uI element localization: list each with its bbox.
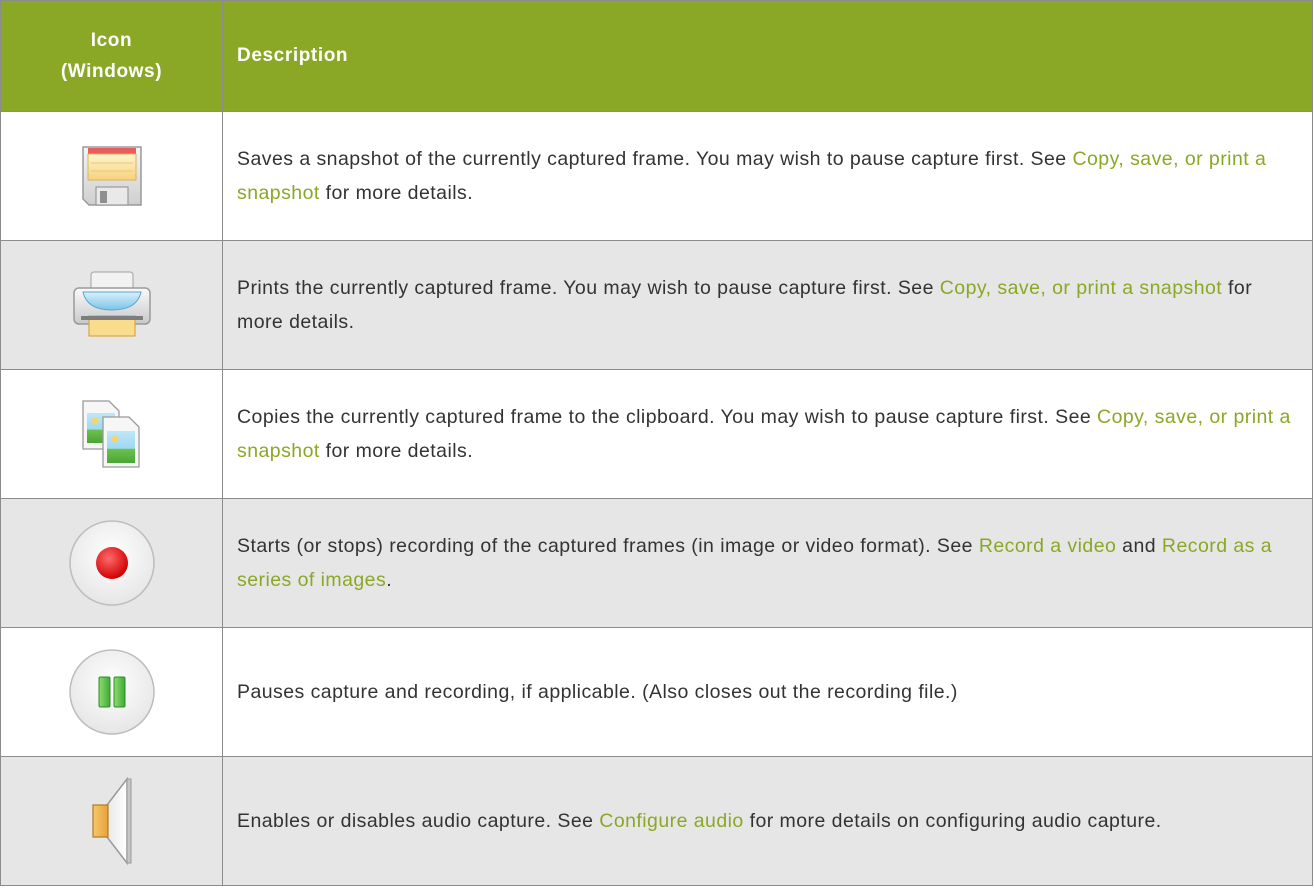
description-cell: Pauses capture and recording, if applica…: [222, 627, 1313, 757]
description-text: for more details.: [319, 182, 474, 204]
table-row: Starts (or stops) recording of the captu…: [0, 498, 1313, 628]
description-text: for more details.: [319, 440, 474, 462]
description-cell: Prints the currently captured frame. You…: [222, 240, 1313, 370]
description-text: for more details on configuring audio ca…: [743, 810, 1162, 832]
icon-cell: [0, 111, 223, 241]
icon-cell: [0, 498, 223, 628]
description-text: Pauses capture and recording, if applica…: [237, 681, 958, 703]
table-header-row: Icon (Windows) Description: [0, 0, 1313, 112]
description-cell: Starts (or stops) recording of the captu…: [222, 498, 1313, 628]
table-row: Copies the currently captured frame to t…: [0, 369, 1313, 499]
copy-images-icon: [79, 399, 145, 469]
printer-icon: [71, 270, 153, 340]
description-text: .: [386, 569, 393, 591]
description-column-header: Description: [222, 0, 1313, 112]
record-video-link[interactable]: Record a video: [979, 535, 1116, 557]
floppy-disk-icon: [79, 143, 145, 209]
speaker-icon: [87, 775, 137, 867]
description-text: Copies the currently captured frame to t…: [237, 406, 1098, 428]
record-icon: [66, 517, 158, 609]
description-text: and: [1116, 535, 1162, 557]
pause-icon: [66, 646, 158, 738]
icon-header-line1: Icon: [90, 30, 133, 51]
icon-cell: [0, 756, 223, 886]
icon-cell: [0, 240, 223, 370]
icon-header-line2: (Windows): [60, 61, 163, 82]
toolbar-icons-table: Icon (Windows) Description Saves a snaps…: [0, 0, 1313, 886]
configure-audio-link[interactable]: Configure audio: [599, 810, 743, 832]
description-text: Saves a snapshot of the currently captur…: [237, 148, 1073, 170]
description-text: Starts (or stops) recording of the captu…: [237, 535, 979, 557]
description-text: Enables or disables audio capture. See: [237, 810, 600, 832]
icon-cell: [0, 627, 223, 757]
description-cell: Saves a snapshot of the currently captur…: [222, 111, 1313, 241]
description-text: Prints the currently captured frame. You…: [237, 277, 940, 299]
table-row: Pauses capture and recording, if applica…: [0, 627, 1313, 757]
description-cell: Enables or disables audio capture. See C…: [222, 756, 1313, 886]
icon-column-header: Icon (Windows): [0, 0, 223, 112]
snapshot-link[interactable]: Copy, save, or print a snapshot: [940, 277, 1222, 299]
table-row: Saves a snapshot of the currently captur…: [0, 111, 1313, 241]
icon-cell: [0, 369, 223, 499]
description-cell: Copies the currently captured frame to t…: [222, 369, 1313, 499]
table-row: Prints the currently captured frame. You…: [0, 240, 1313, 370]
table-row: Enables or disables audio capture. See C…: [0, 756, 1313, 886]
